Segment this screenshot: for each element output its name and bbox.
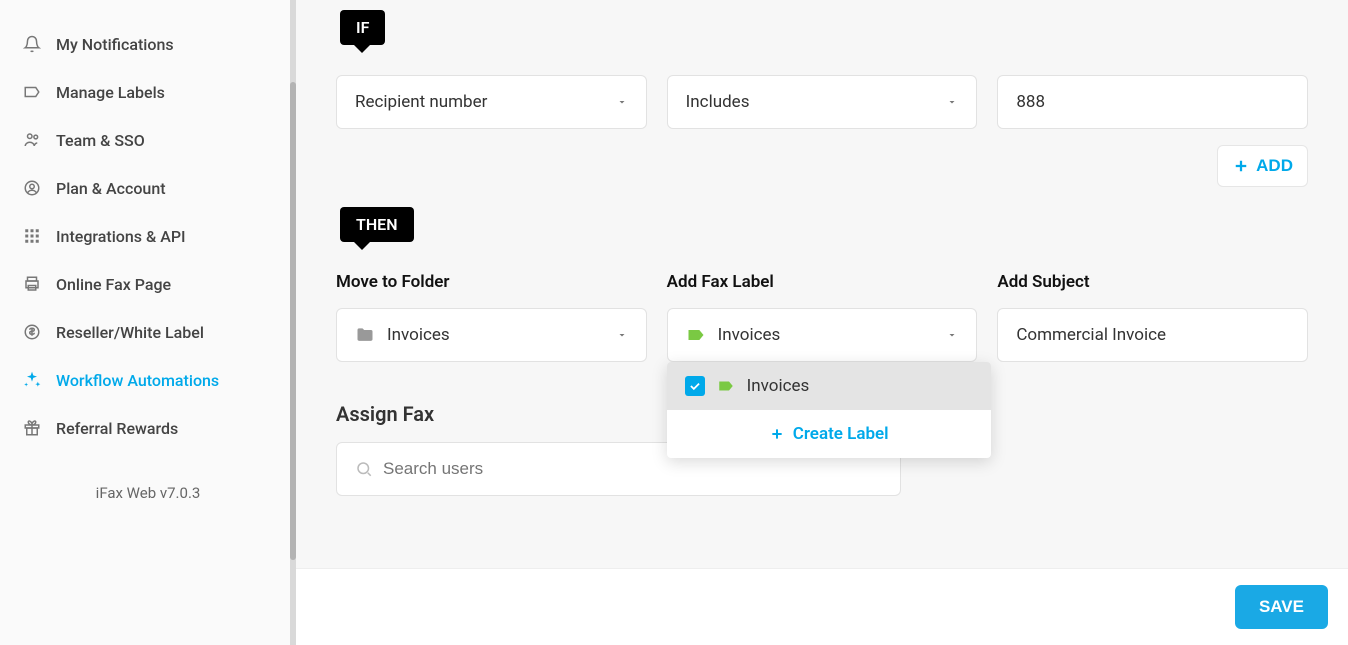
condition-field-value: Recipient number — [355, 92, 487, 112]
plus-icon — [769, 426, 785, 442]
create-label-button[interactable]: Create Label — [667, 410, 991, 458]
sidebar-item-workflow-automations[interactable]: Workflow Automations — [0, 356, 296, 404]
condition-operator-value: Includes — [686, 92, 750, 112]
folder-icon — [355, 325, 375, 345]
condition-field-select[interactable]: Recipient number — [336, 75, 647, 129]
sidebar-item-online-fax[interactable]: Online Fax Page — [0, 260, 296, 308]
checkbox-checked-icon — [685, 376, 705, 396]
fax-label-dropdown: Invoices Create Label — [667, 362, 991, 458]
add-subject-label: Add Subject — [997, 272, 1308, 292]
add-condition-button[interactable]: ADD — [1217, 145, 1308, 187]
sidebar-item-label: Team & SSO — [56, 131, 145, 150]
sidebar-item-label: My Notifications — [56, 35, 174, 54]
sidebar-item-label: Reseller/White Label — [56, 323, 204, 342]
move-folder-value: Invoices — [387, 325, 450, 345]
sidebar-item-integrations[interactable]: Integrations & API — [0, 212, 296, 260]
label-tag-icon — [717, 377, 735, 395]
grid-icon — [22, 226, 42, 246]
create-label-text: Create Label — [793, 424, 889, 444]
dropdown-option-invoices[interactable]: Invoices — [667, 362, 991, 410]
main-content: IF Recipient number Includes — [296, 0, 1348, 645]
gift-icon — [22, 418, 42, 438]
sidebar-item-label: Manage Labels — [56, 83, 165, 102]
add-button-label: ADD — [1256, 156, 1293, 176]
sidebar-item-label: Referral Rewards — [56, 419, 178, 438]
sidebar-item-reseller[interactable]: Reseller/White Label — [0, 308, 296, 356]
tag-icon — [22, 82, 42, 102]
dollar-icon — [22, 322, 42, 342]
save-button[interactable]: SAVE — [1235, 585, 1328, 629]
search-icon — [355, 460, 373, 478]
sidebar-item-referral[interactable]: Referral Rewards — [0, 404, 296, 452]
sidebar-item-label: Plan & Account — [56, 179, 166, 198]
users-icon — [22, 130, 42, 150]
sidebar-item-team-sso[interactable]: Team & SSO — [0, 116, 296, 164]
if-badge: IF — [340, 10, 385, 45]
add-fax-label-value: Invoices — [718, 325, 781, 345]
add-fax-label-select[interactable]: Invoices — [667, 308, 978, 362]
sidebar: My Notifications Manage Labels Team & SS… — [0, 0, 296, 645]
plus-icon — [1232, 157, 1250, 175]
sparkle-icon — [22, 370, 42, 390]
condition-value: 888 — [1016, 92, 1045, 112]
move-folder-select[interactable]: Invoices — [336, 308, 647, 362]
sidebar-item-label: Integrations & API — [56, 227, 186, 246]
chevron-down-icon — [616, 329, 628, 341]
chevron-down-icon — [946, 329, 958, 341]
sidebar-item-label: Workflow Automations — [56, 371, 219, 390]
app-version: iFax Web v7.0.3 — [0, 472, 296, 514]
sidebar-item-label: Online Fax Page — [56, 275, 171, 294]
printer-icon — [22, 274, 42, 294]
sidebar-item-plan-account[interactable]: Plan & Account — [0, 164, 296, 212]
add-subject-input[interactable]: Commercial Invoice — [997, 308, 1308, 362]
condition-operator-select[interactable]: Includes — [667, 75, 978, 129]
search-users-field[interactable] — [383, 459, 882, 479]
bell-icon — [22, 34, 42, 54]
condition-value-input[interactable]: 888 — [997, 75, 1308, 129]
dropdown-option-label: Invoices — [747, 376, 810, 396]
then-badge: THEN — [340, 207, 414, 242]
sidebar-item-notifications[interactable]: My Notifications — [0, 20, 296, 68]
label-tag-icon — [686, 325, 706, 345]
sidebar-item-manage-labels[interactable]: Manage Labels — [0, 68, 296, 116]
add-subject-value: Commercial Invoice — [1016, 325, 1166, 345]
add-fax-label-label: Add Fax Label — [667, 272, 978, 292]
move-folder-label: Move to Folder — [336, 272, 647, 292]
user-circle-icon — [22, 178, 42, 198]
chevron-down-icon — [946, 96, 958, 108]
chevron-down-icon — [616, 96, 628, 108]
footer-bar: SAVE — [296, 568, 1348, 645]
